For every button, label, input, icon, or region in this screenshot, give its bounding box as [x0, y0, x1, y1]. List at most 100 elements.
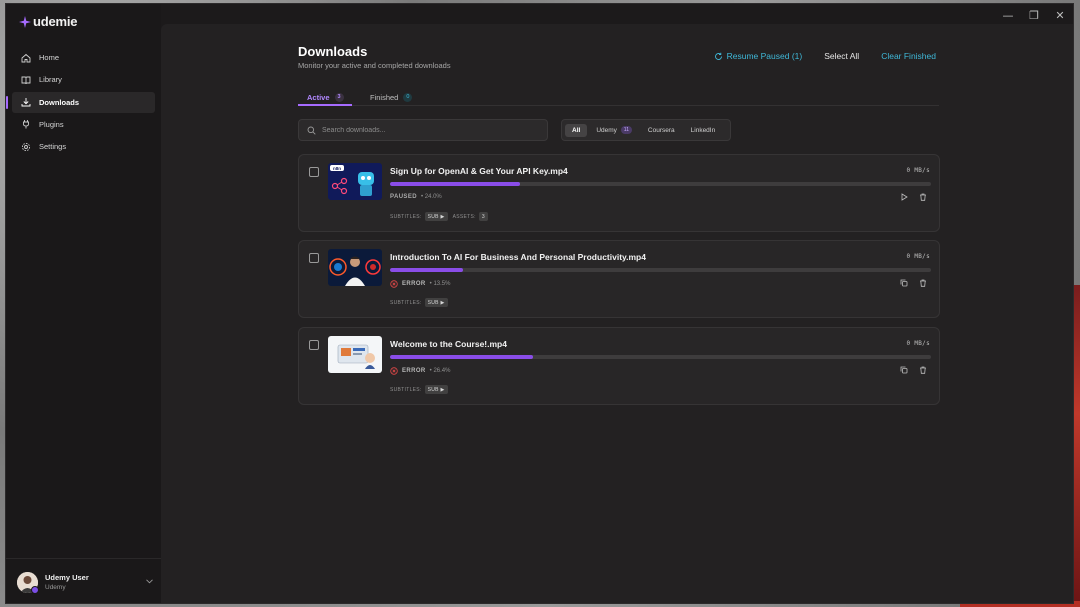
tab-active[interactable]: Active 3 — [307, 90, 344, 104]
progress-bar — [390, 268, 931, 272]
status-row: ERROR • 26.4% — [390, 367, 450, 375]
filter-coursera[interactable]: Coursera — [641, 124, 682, 137]
download-icon — [20, 96, 32, 108]
tab-label: Active — [307, 92, 330, 102]
user-name: Udemy User — [45, 573, 89, 582]
resume-paused-button[interactable]: Resume Paused (1) — [714, 51, 803, 61]
assets-label: ASSETS: — [452, 213, 476, 220]
logo-text: udemie — [33, 14, 78, 29]
sidebar-nav: Home Library Downloads Plugins Settings — [6, 47, 155, 158]
avatar-status-badge — [31, 586, 39, 594]
select-checkbox[interactable] — [309, 167, 319, 177]
sidebar-item-library[interactable]: Library — [12, 69, 155, 90]
status-row: PAUSED • 24.0% — [390, 194, 442, 200]
page-title: Downloads — [298, 44, 368, 59]
filter-all[interactable]: All — [565, 123, 588, 137]
subtitles-pill[interactable]: SUB ▶ — [424, 212, 448, 221]
app-logo[interactable]: udemie — [18, 14, 78, 29]
card-actions — [891, 364, 929, 376]
trash-icon[interactable] — [917, 277, 929, 289]
source-filter-group: All Udemy 11 Coursera LinkedIn — [561, 119, 731, 141]
download-card: Welcome to the Course!.mp4 0 MB/s ERROR … — [298, 327, 940, 405]
status-percent: • 13.5% — [429, 281, 451, 287]
tab-label: Finished — [370, 92, 399, 102]
file-name: Sign Up for OpenAI & Get Your API Key.mp… — [390, 166, 568, 176]
resume-paused-label: Resume Paused (1) — [726, 51, 803, 61]
progress-fill — [390, 268, 464, 272]
file-name: Welcome to the Course!.mp4 — [390, 339, 507, 349]
download-speed: 0 MB/s — [906, 167, 930, 174]
gear-icon — [20, 141, 32, 153]
status-percent: • 24.0% — [420, 194, 442, 200]
user-profile[interactable]: Udemy User Udemy — [6, 558, 161, 603]
sidebar-item-label: Settings — [39, 142, 67, 152]
trash-icon[interactable] — [917, 191, 929, 203]
error-icon — [390, 367, 398, 375]
main-content: Downloads Monitor your active and comple… — [161, 24, 1073, 603]
assets-pill[interactable]: 3 — [478, 212, 488, 221]
thumb-badge-text: n8n — [333, 166, 341, 171]
card-actions — [891, 191, 929, 203]
meta-row: SUBTITLES: SUB ▶ — [390, 385, 453, 394]
search-box — [298, 119, 548, 141]
tab-count-badge: 3 — [334, 92, 344, 102]
sidebar-item-label: Downloads — [39, 97, 80, 107]
search-icon — [307, 126, 316, 135]
status-percent: • 26.4% — [429, 368, 451, 374]
clear-finished-button[interactable]: Clear Finished — [881, 51, 936, 61]
select-checkbox[interactable] — [309, 253, 319, 263]
sidebar-item-label: Library — [39, 75, 62, 85]
user-subtitle: Udemy — [45, 584, 66, 591]
status-label: ERROR — [402, 368, 426, 374]
maximize-button[interactable]: ❐ — [1021, 4, 1047, 26]
status-row: ERROR • 13.5% — [390, 280, 450, 288]
copy-icon[interactable] — [898, 277, 910, 289]
search-input[interactable] — [322, 126, 522, 134]
download-card: n8n Sign Up for OpenAI & Get Your API Ke… — [298, 154, 940, 232]
sidebar-item-plugins[interactable]: Plugins — [12, 114, 155, 135]
video-thumbnail: n8n — [328, 163, 382, 200]
progress-fill — [390, 355, 533, 359]
card-actions — [891, 277, 929, 289]
status-label: ERROR — [402, 281, 426, 287]
tab-count-badge: 0 — [403, 92, 413, 102]
download-speed: 0 MB/s — [906, 253, 930, 260]
subtitles-pill[interactable]: SUB ▶ — [424, 385, 448, 394]
chevron-down-icon[interactable] — [146, 577, 153, 586]
progress-fill — [390, 182, 520, 186]
meta-row: SUBTITLES: SUB ▶ — [390, 298, 453, 307]
sidebar-item-settings[interactable]: Settings — [12, 136, 155, 157]
copy-icon[interactable] — [898, 364, 910, 376]
file-name: Introduction To AI For Business And Pers… — [390, 252, 646, 262]
sparkle-logo-icon — [19, 15, 31, 28]
select-checkbox[interactable] — [309, 340, 319, 350]
filter-label: Udemy — [596, 126, 617, 134]
status-label: PAUSED — [390, 194, 417, 200]
tab-finished[interactable]: Finished 0 — [370, 90, 413, 104]
select-all-button[interactable]: Select All — [824, 51, 859, 61]
window-controls: — ❐ ✕ — [995, 4, 1073, 26]
download-speed: 0 MB/s — [906, 340, 930, 347]
minimize-button[interactable]: — — [995, 4, 1021, 26]
filter-linkedin[interactable]: LinkedIn — [684, 124, 723, 137]
sidebar-item-downloads[interactable]: Downloads — [6, 91, 155, 113]
plug-icon — [20, 118, 32, 130]
video-thumbnail — [328, 336, 382, 373]
progress-bar — [390, 182, 931, 186]
sidebar-item-label: Home — [39, 53, 60, 62]
progress-bar — [390, 355, 931, 359]
filter-udemy[interactable]: Udemy 11 — [589, 123, 639, 137]
header-actions: Resume Paused (1) Select All Clear Finis… — [692, 51, 936, 61]
sidebar-item-home[interactable]: Home — [12, 47, 155, 68]
app-window: udemie Home Library Downloads Plugins Se… — [5, 3, 1074, 604]
video-thumbnail — [328, 249, 382, 286]
active-tab-indicator — [298, 104, 352, 106]
meta-row: SUBTITLES: SUB ▶ ASSETS: 3 — [390, 212, 493, 221]
play-icon[interactable] — [898, 191, 910, 203]
refresh-icon — [714, 52, 722, 60]
subtitles-pill[interactable]: SUB ▶ — [424, 298, 448, 307]
sidebar-item-label: Plugins — [39, 119, 64, 129]
trash-icon[interactable] — [917, 364, 929, 376]
error-icon — [390, 280, 398, 288]
close-button[interactable]: ✕ — [1047, 4, 1073, 26]
